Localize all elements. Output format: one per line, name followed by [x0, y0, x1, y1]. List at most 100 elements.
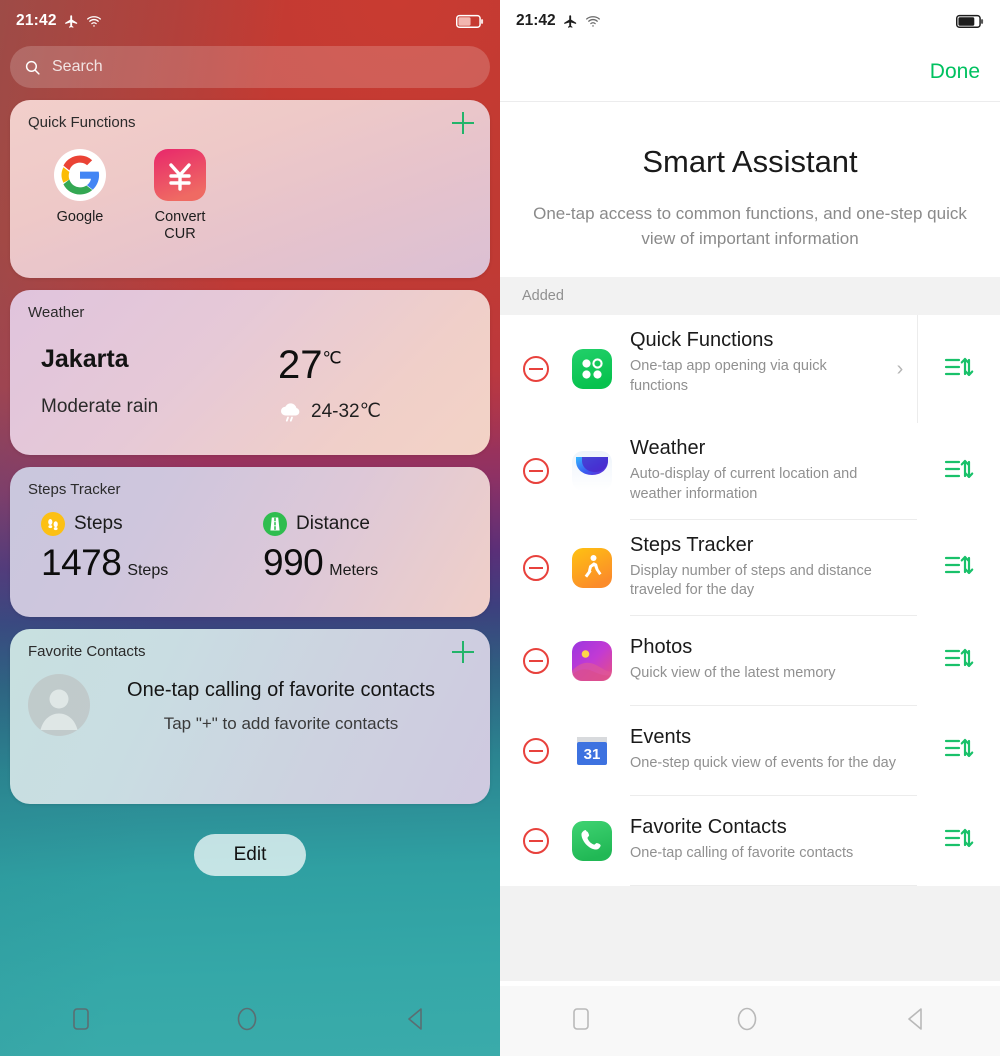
list-item[interactable]: Quick Functions One-tap app opening via …	[500, 315, 1000, 424]
battery-icon	[456, 14, 484, 29]
remove-circle-icon	[523, 647, 549, 674]
add-favorite-contact-button[interactable]	[452, 641, 474, 663]
smart-assistant-settings-screen: 21:42 Done Smart Assistant One-tap acces…	[500, 0, 1000, 1056]
back-button[interactable]	[902, 1005, 930, 1038]
weather-app-icon	[572, 451, 612, 492]
card-title: Favorite Contacts	[28, 643, 146, 660]
reorder-handle[interactable]	[917, 616, 1000, 706]
remove-circle-icon	[523, 827, 549, 854]
list-item[interactable]: 31 Events One-step quick view of events …	[500, 706, 1000, 796]
widget-icon-container	[572, 616, 630, 706]
remove-widget-button[interactable]	[500, 315, 572, 423]
favorite-contacts-hint: Tap "+" to add favorite contacts	[163, 713, 399, 733]
chevron-right-icon[interactable]: ›	[883, 358, 917, 381]
battery-icon	[956, 14, 984, 29]
recents-button[interactable]	[70, 1005, 92, 1038]
list-item[interactable]: Steps Tracker Display number of steps an…	[500, 520, 1000, 616]
home-button[interactable]	[233, 1005, 261, 1038]
quick-functions-app-list: Google Convert CUR	[28, 149, 472, 244]
reorder-handle-icon	[944, 456, 974, 487]
list-item-description: Quick view of the latest memory	[630, 665, 836, 682]
remove-widget-button[interactable]	[500, 616, 572, 706]
list-item-title: Steps Tracker	[630, 533, 754, 556]
reorder-handle-icon	[944, 825, 974, 856]
back-button[interactable]	[402, 1005, 430, 1038]
home-button[interactable]	[733, 1005, 761, 1038]
status-time: 21:42	[516, 12, 556, 29]
reorder-handle[interactable]	[917, 423, 1000, 519]
wifi-icon	[86, 14, 102, 29]
hero-section: Smart Assistant One-tap access to common…	[500, 102, 1000, 277]
list-item-title: Favorite Contacts	[630, 816, 787, 839]
added-widgets-list: Quick Functions One-tap app opening via …	[500, 315, 1000, 886]
reorder-handle[interactable]	[917, 706, 1000, 796]
widget-icon-container	[572, 423, 630, 519]
favorite-contacts-headline: One-tap calling of favorite contacts	[127, 678, 435, 701]
list-item-description: One-step quick view of events for the da…	[630, 755, 896, 772]
reorder-handle-icon	[944, 645, 974, 676]
quick-function-app-convert-cur[interactable]: Convert CUR	[142, 149, 218, 244]
steps-metric-unit: Steps	[127, 562, 169, 579]
google-icon	[54, 149, 106, 201]
road-icon	[263, 512, 287, 536]
quick-function-app-google[interactable]: Google	[42, 149, 118, 244]
list-item[interactable]: Favorite Contacts One-tap calling of fav…	[500, 796, 1000, 886]
widget-icon-container: 31	[572, 706, 630, 796]
steps-tracker-app-icon	[572, 547, 612, 588]
reorder-handle[interactable]	[917, 315, 1000, 424]
remove-circle-icon	[523, 554, 549, 581]
system-navigation-bar-left	[0, 986, 500, 1056]
distance-metric-label: Distance	[296, 513, 370, 534]
status-bar-right: 21:42	[500, 0, 1000, 42]
remove-widget-button[interactable]	[500, 706, 572, 796]
airplane-icon	[64, 14, 79, 29]
favorite-contacts-card[interactable]: Favorite Contacts One-tap calling of fav…	[10, 629, 490, 804]
list-item[interactable]: Weather Auto-display of current location…	[500, 423, 1000, 520]
status-bar-left: 21:42	[0, 0, 500, 42]
reorder-handle[interactable]	[917, 520, 1000, 616]
card-title: Weather	[28, 304, 85, 321]
reorder-handle-icon	[944, 552, 974, 583]
svg-text:31: 31	[584, 746, 601, 763]
steps-metric-label: Steps	[74, 513, 123, 534]
list-item-description: One-tap app opening via quick functions	[630, 358, 827, 394]
list-item-description: Auto-display of current location and wea…	[630, 466, 858, 502]
quick-function-app-label: Google	[56, 209, 104, 225]
edit-button[interactable]: Edit	[193, 834, 307, 876]
quick-functions-app-icon	[572, 349, 612, 390]
list-item-title: Events	[630, 726, 692, 749]
done-button[interactable]: Done	[930, 60, 980, 84]
list-item-description: One-tap calling of favorite contacts	[630, 845, 854, 862]
status-time: 21:42	[16, 12, 57, 29]
person-avatar-icon	[28, 674, 90, 736]
list-footer-spacer	[500, 885, 1000, 981]
weather-range: 24-32℃	[311, 401, 381, 422]
reorder-handle[interactable]	[917, 796, 1000, 886]
phone-app-icon	[572, 820, 612, 861]
steps-tracker-card[interactable]: Steps Tracker Steps 1478 Steps Distance …	[10, 467, 490, 617]
search-icon	[24, 59, 41, 76]
list-item[interactable]: Photos Quick view of the latest memory	[500, 616, 1000, 706]
steps-metric-value: 1478	[41, 542, 122, 583]
top-action-bar: Done	[500, 42, 1000, 102]
recents-button[interactable]	[570, 1005, 592, 1038]
remove-circle-icon	[523, 458, 549, 485]
widget-icon-container	[572, 315, 630, 423]
quick-functions-card[interactable]: Quick Functions Google Convert CUR	[10, 100, 490, 278]
page-subtitle: One-tap access to common functions, and …	[533, 204, 967, 248]
steps-metric: Steps 1478 Steps	[28, 512, 250, 584]
card-title: Steps Tracker	[28, 481, 121, 498]
distance-metric-unit: Meters	[329, 562, 379, 579]
remove-widget-button[interactable]	[500, 423, 572, 519]
section-header-added: Added	[500, 277, 1000, 316]
list-item-description: Display number of steps and distance tra…	[630, 562, 872, 599]
remove-widget-button[interactable]	[500, 520, 572, 616]
add-quick-function-button[interactable]	[452, 112, 474, 134]
rain-cloud-icon	[278, 401, 304, 423]
quick-function-app-label: Convert CUR	[154, 209, 206, 243]
weather-card[interactable]: Weather Jakarta Moderate rain 27℃ 24-32℃	[10, 290, 490, 455]
distance-metric-value: 990	[263, 542, 324, 583]
remove-widget-button[interactable]	[500, 796, 572, 886]
search-input[interactable]: Search	[10, 46, 490, 88]
distance-metric: Distance 990 Meters	[250, 512, 472, 584]
